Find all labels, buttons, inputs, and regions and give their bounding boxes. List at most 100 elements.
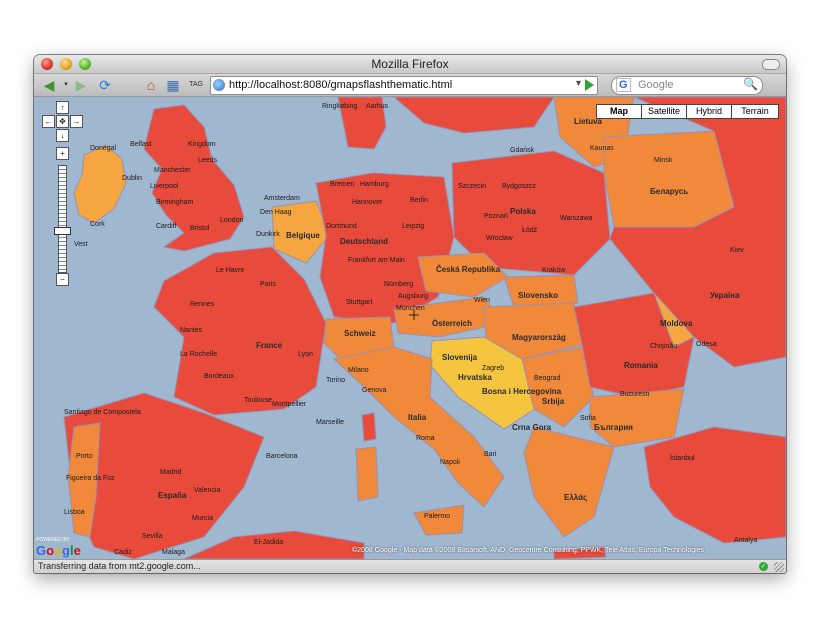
label-lyon: Lyon: [298, 351, 313, 358]
label-ceska: Česká Republika: [436, 265, 501, 274]
stop-icon[interactable]: ⊗: [120, 77, 138, 93]
label-gdansk: Gdańsk: [510, 147, 535, 154]
label-dunkirk: Dunkirk: [256, 231, 280, 238]
label-lodz: Łódź: [522, 227, 538, 234]
zoom-in-icon[interactable]: +: [56, 147, 69, 160]
label-toulouse: Toulouse: [244, 397, 273, 404]
back-dropdown-icon[interactable]: ▾: [62, 77, 70, 93]
label-ellas: Ελλάς: [564, 493, 588, 502]
label-frankfurt: Frankfurt am Main: [348, 257, 405, 264]
label-romania: Romania: [624, 361, 658, 370]
go-icon[interactable]: [585, 79, 594, 91]
label-chisinau: Chișinău: [650, 343, 678, 350]
maptype-satellite-button[interactable]: Satellite: [641, 104, 687, 119]
label-montpellier: Montpellier: [272, 401, 307, 408]
label-rennes: Rennes: [190, 301, 215, 308]
label-leeds: Leeds: [198, 157, 218, 164]
map-regions: [63, 97, 786, 559]
pan-left-icon[interactable]: ←: [42, 115, 55, 128]
label-istanbul: İstanbul: [670, 455, 695, 462]
label-magyarorszag: Magyarország: [512, 333, 566, 342]
label-amsterdam: Amsterdam: [264, 195, 300, 202]
bookmark-icon[interactable]: ▦: [164, 77, 182, 93]
pan-up-icon[interactable]: ↑: [56, 101, 69, 114]
label-santiago: Santiago de Compostela: [64, 409, 141, 416]
label-barcelona: Barcelona: [266, 453, 298, 460]
label-belgique: Belgique: [286, 231, 320, 240]
label-belarus: Беларусь: [650, 187, 689, 196]
label-augsburg: Augsburg: [398, 293, 428, 300]
zoom-slider[interactable]: [58, 165, 67, 273]
pan-center-icon[interactable]: ✥: [56, 115, 69, 128]
url-bar[interactable]: http://localhost:8080/gmapsflashthematic…: [210, 76, 598, 95]
label-la-rochelle: La Rochelle: [180, 351, 217, 358]
status-text: Transferring data from mt2.google.com...: [38, 561, 201, 571]
label-espana: España: [158, 491, 187, 500]
tag-icon[interactable]: TAG: [186, 77, 206, 93]
label-bydgoszcz: Bydgoszcz: [502, 183, 536, 190]
label-odesa: Odesa: [696, 341, 717, 348]
label-hamburg: Hamburg: [360, 181, 389, 188]
reload-icon[interactable]: ⟳: [96, 77, 114, 93]
label-wien: Wien: [474, 297, 490, 304]
label-osterreich: Österreich: [432, 319, 473, 328]
forward-icon[interactable]: ▶: [72, 77, 90, 93]
label-el-jadida: El-Jadida: [254, 539, 284, 546]
label-minsk: Minsk: [654, 157, 673, 164]
pan-right-icon[interactable]: →: [70, 115, 83, 128]
title-bar: Mozilla Firefox: [34, 55, 786, 74]
label-sevilla: Sevilla: [142, 533, 163, 540]
label-moldova: Moldova: [660, 319, 693, 328]
label-madrid: Madrid: [160, 469, 182, 476]
label-slovensko: Slovensko: [518, 291, 559, 300]
zoom-out-icon[interactable]: −: [56, 273, 69, 286]
label-bulgaria: България: [594, 423, 633, 432]
label-valencia: Valencia: [194, 487, 221, 494]
label-liverpool: Liverpool: [150, 183, 179, 190]
label-kaunas: Kaunas: [590, 145, 614, 152]
zoom-slider-knob[interactable]: [54, 227, 71, 235]
label-bucuresti: Bucuresti: [620, 391, 650, 398]
label-cork: Cork: [90, 221, 105, 228]
label-aarhus: Aarhus: [366, 103, 389, 110]
label-murcia: Murcia: [192, 515, 214, 522]
label-ringkobing: Ringkøbing: [322, 103, 358, 110]
label-stuttgart: Stuttgart: [346, 299, 373, 306]
url-dropdown-icon[interactable]: ▾: [576, 78, 581, 89]
label-dublin: Dublin: [122, 175, 142, 182]
label-dortmund: Dortmund: [326, 223, 357, 230]
url-text[interactable]: http://localhost:8080/gmapsflashthematic…: [229, 79, 452, 91]
label-genova: Genova: [362, 387, 387, 394]
search-bar[interactable]: G Google 🔍: [611, 76, 763, 95]
pan-down-icon[interactable]: ↓: [56, 129, 69, 142]
label-paris: Paris: [260, 281, 276, 288]
home-icon[interactable]: ⌂: [142, 77, 160, 93]
label-nantes: Nantes: [180, 327, 203, 334]
label-leipzig: Leipzig: [402, 223, 425, 230]
label-ukraina: Україна: [710, 291, 740, 300]
label-nurnberg: Nürnberg: [384, 281, 414, 288]
label-hrvatska: Hrvatska: [458, 373, 492, 382]
search-input[interactable]: Google: [638, 79, 673, 91]
maptype-terrain-button[interactable]: Terrain: [731, 104, 779, 119]
label-poznan: Poznań: [484, 213, 508, 220]
label-bosna: Bosna i Hercegovina: [482, 387, 562, 396]
toolbar-toggle-button[interactable]: [762, 59, 780, 70]
label-bristol: Bristol: [190, 225, 210, 232]
label-birmingham: Birmingham: [156, 199, 194, 206]
google-logo[interactable]: Google: [36, 543, 81, 558]
site-globe-icon: [213, 79, 225, 91]
label-palermo: Palermo: [424, 513, 451, 520]
label-le-havre: Le Havre: [216, 267, 245, 274]
security-ok-icon: ✓: [759, 562, 768, 571]
back-icon[interactable]: ◀: [40, 77, 58, 93]
resize-grip[interactable]: [774, 562, 784, 572]
search-icon[interactable]: 🔍: [743, 77, 758, 91]
maptype-map-button[interactable]: Map: [596, 104, 642, 119]
map-canvas[interactable]: Deutschland France España Italia Polska …: [34, 97, 786, 559]
status-bar: Transferring data from mt2.google.com...…: [34, 559, 786, 573]
search-engine-icon[interactable]: G: [616, 78, 631, 92]
label-lisboa: Lisboa: [64, 509, 85, 516]
label-roma: Roma: [416, 435, 435, 442]
maptype-hybrid-button[interactable]: Hybrid: [686, 104, 732, 119]
